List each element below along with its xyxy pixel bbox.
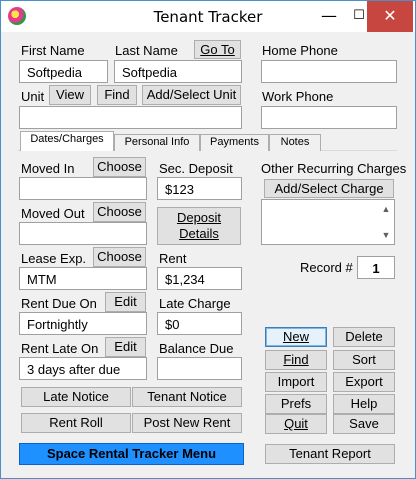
moved-out-choose-button[interactable]: Choose (93, 202, 146, 222)
import-button[interactable]: Import (265, 372, 327, 392)
lease-exp-field[interactable]: MTM (19, 267, 147, 290)
rent-field[interactable]: $1,234 (157, 267, 242, 290)
deposit-details-button[interactable]: Deposit Details (157, 207, 241, 245)
add-select-charge-button[interactable]: Add/Select Charge (264, 179, 394, 198)
work-phone-label: Work Phone (262, 89, 334, 104)
record-number-field[interactable]: 1 (357, 256, 395, 279)
rent-late-label: Rent Late On (21, 341, 99, 356)
moved-in-choose-button[interactable]: Choose (93, 157, 146, 177)
lease-exp-choose-button[interactable]: Choose (93, 247, 146, 267)
tab-payments[interactable]: Payments (200, 134, 269, 151)
tenant-notice-button[interactable]: Tenant Notice (132, 387, 242, 407)
rent-roll-button[interactable]: Rent Roll (21, 413, 131, 433)
rent-due-label: Rent Due On (21, 296, 97, 311)
rent-late-field[interactable]: 3 days after due (19, 357, 147, 380)
post-new-rent-button[interactable]: Post New Rent (132, 413, 242, 433)
last-name-field[interactable]: Softpedia (114, 60, 242, 83)
new-button[interactable]: New (265, 327, 327, 347)
unit-field[interactable] (19, 106, 242, 129)
go-to-button-label: Go To (200, 41, 235, 57)
tab-notes[interactable]: Notes (269, 134, 321, 151)
recurring-charges-list[interactable]: ▲ ▼ (261, 199, 395, 245)
space-rental-tracker-menu-button[interactable]: Space Rental Tracker Menu (19, 443, 244, 465)
rent-due-field[interactable]: Fortnightly (19, 312, 147, 335)
work-phone-field[interactable] (261, 106, 397, 129)
view-unit-button[interactable]: View (49, 85, 91, 105)
go-to-button[interactable]: Go To (194, 40, 241, 59)
lease-exp-label: Lease Exp. (21, 251, 87, 266)
other-recurring-charges-label: Other Recurring Charges (261, 161, 407, 176)
rent-label: Rent (159, 251, 187, 266)
new-button-label: New (282, 329, 309, 345)
delete-button[interactable]: Delete (333, 327, 395, 347)
home-phone-field[interactable] (261, 60, 397, 83)
home-phone-label: Home Phone (262, 43, 338, 58)
quit-button-label: Quit (284, 416, 308, 432)
tenant-report-button[interactable]: Tenant Report (265, 444, 395, 464)
save-button[interactable]: Save (333, 414, 395, 434)
moved-in-label: Moved In (21, 161, 75, 176)
add-select-unit-button[interactable]: Add/Select Unit (142, 85, 241, 105)
close-button[interactable]: ✕ (367, 1, 413, 32)
help-button[interactable]: Help (333, 394, 395, 414)
scroll-up-arrow-icon[interactable]: ▲ (379, 201, 393, 217)
late-charge-field[interactable]: $0 (157, 312, 242, 335)
sec-deposit-label: Sec. Deposit (159, 161, 233, 176)
deposit-details-line2: Details (179, 226, 219, 241)
title-bar: Tenant Tracker — ☐ ✕ (1, 1, 415, 32)
sort-button[interactable]: Sort (333, 350, 395, 370)
prefs-button[interactable]: Prefs (265, 394, 327, 414)
moved-out-label: Moved Out (21, 206, 85, 221)
first-name-label: First Name (21, 43, 85, 58)
sec-deposit-field[interactable]: $123 (157, 177, 242, 200)
late-charge-label: Late Charge (159, 296, 231, 311)
moved-in-field[interactable] (19, 177, 147, 200)
balance-due-label: Balance Due (159, 341, 234, 356)
tab-personal-info[interactable]: Personal Info (114, 134, 200, 151)
find-button[interactable]: Find (265, 350, 327, 370)
find-unit-button[interactable]: Find (97, 85, 137, 105)
late-notice-button[interactable]: Late Notice (21, 387, 131, 407)
tab-dates-charges[interactable]: Dates/Charges (20, 131, 114, 151)
rent-late-edit-button[interactable]: Edit (105, 337, 146, 357)
deposit-details-line1: Deposit (176, 210, 222, 226)
find-button-label: Find (283, 352, 309, 368)
quit-button[interactable]: Quit (265, 414, 327, 434)
rent-due-edit-button[interactable]: Edit (105, 292, 146, 312)
record-number-label: Record # (300, 260, 353, 275)
first-name-field[interactable]: Softpedia (19, 60, 108, 83)
balance-due-field[interactable] (157, 357, 242, 380)
tenant-tracker-window: Tenant Tracker — ☐ ✕ First Name Softpedi… (0, 0, 416, 479)
last-name-label: Last Name (115, 43, 178, 58)
moved-out-field[interactable] (19, 222, 147, 245)
scroll-down-arrow-icon[interactable]: ▼ (379, 227, 393, 243)
unit-label: Unit (21, 89, 45, 104)
export-button[interactable]: Export (333, 372, 395, 392)
